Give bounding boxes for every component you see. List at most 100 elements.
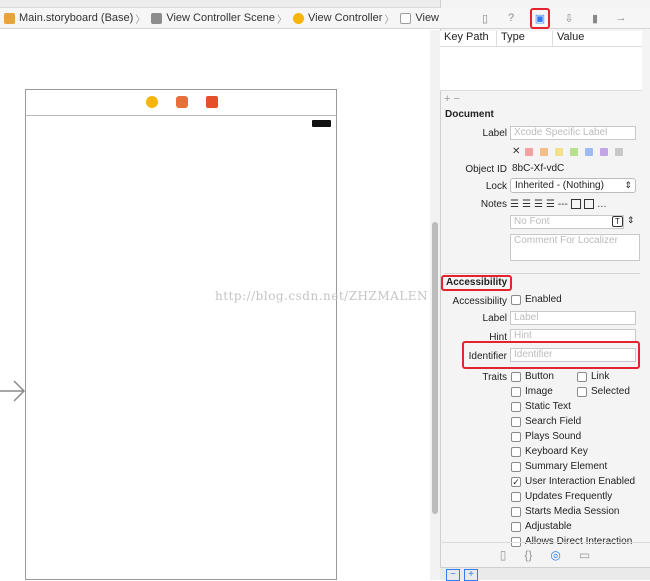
scene-dock [25, 89, 337, 116]
trait-keyboard-key[interactable]: Keyboard Key [511, 444, 635, 459]
font-picker-icon[interactable]: T [612, 216, 623, 227]
trait-adjustable[interactable]: Adjustable [511, 519, 635, 534]
font-stepper-icon[interactable]: ⇕ [627, 215, 635, 226]
checkbox-checked[interactable]: ✓ [511, 476, 521, 487]
checkbox[interactable] [511, 401, 521, 412]
align-right-icon[interactable]: ☰ [534, 199, 543, 210]
trait-label: Plays Sound [525, 431, 582, 442]
checkbox[interactable] [511, 446, 521, 457]
code-snippet-library-icon[interactable]: {} [524, 548, 532, 562]
trait-starts-media-session[interactable]: Starts Media Session [511, 504, 635, 519]
checkbox[interactable] [511, 416, 521, 427]
view-controller-frame[interactable] [25, 89, 337, 580]
trait-updates-frequently[interactable]: Updates Frequently [511, 489, 635, 504]
accessibility-enabled-checkbox[interactable]: Enabled [511, 292, 562, 307]
identity-inspector-icon[interactable]: ▣ [530, 7, 550, 29]
trait-search-field[interactable]: Search Field [511, 414, 635, 429]
trait-user-interaction-enabled[interactable]: ✓ User Interaction Enabled [511, 474, 635, 489]
checkbox[interactable] [511, 371, 521, 382]
breadcrumb-label: View [415, 12, 440, 24]
key-path-table-header: Key Path Type Value [440, 31, 642, 47]
scrollbar-thumb[interactable] [432, 222, 438, 514]
checkbox[interactable] [511, 386, 521, 397]
color-swatch[interactable] [540, 148, 548, 156]
library-item-icon[interactable]: − [446, 569, 460, 581]
trait-plays-sound[interactable]: Plays Sound [511, 429, 635, 444]
attributes-inspector-icon[interactable]: ⇩ [562, 11, 576, 25]
trait-label: Keyboard Key [525, 446, 588, 457]
color-swatch[interactable] [570, 148, 578, 156]
lock-select[interactable]: Inherited - (Nothing) ⇕ [510, 178, 636, 193]
storyboard-file-icon [4, 12, 15, 24]
notes-label: Notes [480, 199, 507, 210]
checkbox[interactable] [511, 431, 521, 442]
checkbox[interactable] [511, 294, 521, 305]
background-color-icon[interactable] [583, 199, 594, 209]
inspector-tab-bar: ▯ ? ▣ ⇩ ▮ → [440, 7, 650, 29]
checkbox[interactable] [577, 371, 587, 382]
trait-summary-element[interactable]: Summary Element [511, 459, 635, 474]
add-remove-attribute-buttons[interactable]: + − [444, 93, 460, 105]
color-swatch[interactable] [585, 148, 593, 156]
enabled-label: Enabled [525, 294, 562, 305]
color-swatch[interactable] [525, 148, 533, 156]
breadcrumb-item-storyboard[interactable]: Main.storyboard (Base) [0, 12, 133, 24]
breadcrumb-item-view-controller[interactable]: View Controller [289, 12, 382, 24]
checkbox[interactable] [577, 386, 587, 397]
clear-color-icon[interactable]: ✕ [512, 146, 520, 157]
file-inspector-icon[interactable]: ▯ [478, 11, 492, 25]
object-id-label: Object ID [465, 164, 507, 175]
align-center-icon[interactable]: ☰ [522, 199, 531, 210]
doc-label-label: Label [482, 128, 507, 139]
accessibility-label-field[interactable]: Label [510, 311, 636, 325]
accessibility-label: Accessibility [452, 296, 507, 307]
view-icon [400, 12, 412, 24]
align-justify-icon[interactable]: ☰ [546, 199, 555, 210]
checkbox[interactable] [511, 461, 521, 472]
checkbox[interactable] [511, 521, 521, 532]
library-item-icon[interactable]: + [464, 569, 478, 581]
object-id-value: 8bC-Xf-vdC [512, 163, 565, 174]
more-options-icon[interactable]: … [597, 199, 607, 210]
media-library-icon[interactable]: ▭ [579, 548, 590, 562]
checkbox[interactable] [511, 491, 521, 502]
trait-label: Button [525, 371, 554, 382]
first-responder-icon[interactable] [176, 96, 188, 108]
color-swatch[interactable] [555, 148, 563, 156]
trait-static-text[interactable]: Static Text [511, 399, 635, 414]
object-library-strip: − + [440, 567, 650, 581]
chevron-right-icon: 〉 [276, 14, 287, 26]
text-color-icon[interactable] [570, 199, 581, 209]
trait-label: Starts Media Session [525, 506, 620, 517]
traits-list-right: Link Selected [577, 369, 630, 399]
file-template-library-icon[interactable]: ▯ [500, 548, 507, 562]
align-left-icon[interactable]: ☰ [510, 199, 519, 210]
size-inspector-icon[interactable]: ▮ [588, 11, 602, 25]
watermark: http://blog.csdn.net/ZHZMALEN [215, 289, 429, 303]
connections-inspector-icon[interactable]: → [614, 11, 628, 25]
quick-help-icon[interactable]: ? [504, 11, 518, 25]
trait-selected[interactable]: Selected [577, 384, 630, 399]
object-library-icon[interactable]: ◎ [550, 548, 560, 562]
xcode-label-field[interactable]: Xcode Specific Label [510, 126, 636, 140]
font-field[interactable]: No Font [510, 215, 624, 229]
color-label-swatches [525, 148, 623, 156]
exit-icon[interactable] [206, 96, 218, 108]
accessibility-identifier-field[interactable]: Identifier [510, 348, 636, 362]
identifier-label: Identifier [468, 351, 507, 362]
checkbox[interactable] [511, 506, 521, 517]
trait-label: Static Text [525, 401, 571, 412]
color-swatch[interactable] [600, 148, 608, 156]
comment-for-localizer-field[interactable]: Comment For Localizer [510, 234, 640, 261]
breadcrumb-label: View Controller Scene [166, 12, 275, 24]
trait-label: Adjustable [525, 521, 572, 532]
breadcrumb-label: View Controller [307, 12, 383, 24]
key-path-table[interactable] [440, 47, 642, 91]
breadcrumb-item-view[interactable]: View [396, 12, 439, 24]
view-controller-icon[interactable] [146, 96, 158, 108]
trait-label: Updates Frequently [525, 491, 613, 502]
breadcrumb-item-scene[interactable]: View Controller Scene [147, 12, 275, 24]
trait-link[interactable]: Link [577, 369, 630, 384]
align-natural-icon[interactable]: --- [558, 199, 568, 210]
color-swatch[interactable] [615, 148, 623, 156]
